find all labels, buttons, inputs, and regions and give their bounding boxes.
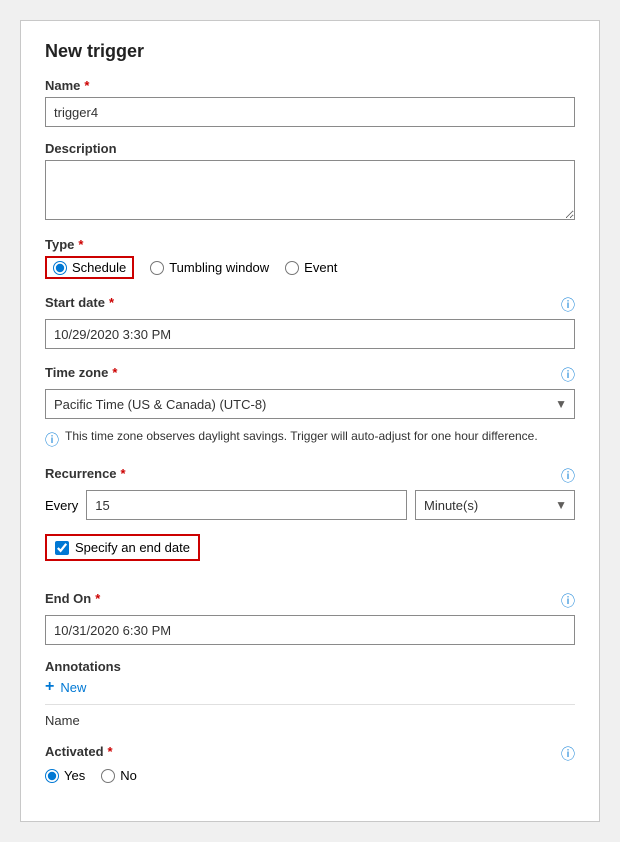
recurrence-value-input[interactable] <box>86 490 407 520</box>
start-date-info-icon[interactable]: ⓘ <box>561 295 575 315</box>
type-radio-tumbling[interactable] <box>150 261 164 275</box>
activated-option-no[interactable]: No <box>101 768 137 783</box>
info-circle-icon: ⓘ <box>45 430 59 450</box>
end-on-input[interactable] <box>45 615 575 645</box>
activated-radio-yes[interactable] <box>45 769 59 783</box>
time-zone-label: Time zone* <box>45 365 117 380</box>
activated-label-row: Activated* ⓘ <box>45 742 575 764</box>
type-option-tumbling[interactable]: Tumbling window <box>150 260 269 275</box>
end-on-label: End On* <box>45 591 100 606</box>
recurrence-label-row: Recurrence* ⓘ <box>45 464 575 486</box>
end-on-label-row: End On* ⓘ <box>45 589 575 611</box>
activated-field-group: Activated* ⓘ Yes No <box>45 742 575 783</box>
description-input[interactable] <box>45 160 575 220</box>
specify-end-date-label: Specify an end date <box>75 540 190 555</box>
annotations-name-col: Name <box>45 713 80 728</box>
end-on-info-icon[interactable]: ⓘ <box>561 591 575 611</box>
recurrence-label: Recurrence* <box>45 466 126 481</box>
add-annotation-row[interactable]: + New <box>45 678 575 696</box>
type-radio-event[interactable] <box>285 261 299 275</box>
recurrence-info-icon[interactable]: ⓘ <box>561 466 575 486</box>
type-options-row: Schedule Tumbling window Event <box>45 256 575 279</box>
start-date-input[interactable] <box>45 319 575 349</box>
recurrence-unit-select-wrapper: Minute(s) ▼ <box>415 490 575 520</box>
new-trigger-panel: New trigger Name* Description Type* Sche… <box>20 20 600 822</box>
time-zone-note: ⓘ This time zone observes daylight savin… <box>45 429 575 450</box>
activated-radio-no[interactable] <box>101 769 115 783</box>
start-date-label-row: Start date* ⓘ <box>45 293 575 315</box>
specify-end-date-wrapper: Specify an end date <box>45 534 575 575</box>
activated-option-yes[interactable]: Yes <box>45 768 85 783</box>
annotations-label: Annotations <box>45 659 575 674</box>
every-label: Every <box>45 498 78 513</box>
panel-title: New trigger <box>45 41 575 62</box>
annotations-section: Annotations + New Name <box>45 659 575 728</box>
name-field-group: Name* <box>45 78 575 127</box>
specify-end-date-checkbox-row[interactable]: Specify an end date <box>45 534 200 561</box>
recurrence-row: Every Minute(s) ▼ <box>45 490 575 520</box>
type-option-schedule[interactable]: Schedule <box>45 256 134 279</box>
end-on-field-group: End On* ⓘ <box>45 589 575 645</box>
time-zone-field-group: Time zone* ⓘ Pacific Time (US & Canada) … <box>45 363 575 419</box>
time-zone-label-row: Time zone* ⓘ <box>45 363 575 385</box>
name-input[interactable] <box>45 97 575 127</box>
description-label: Description <box>45 141 575 156</box>
recurrence-unit-select[interactable]: Minute(s) <box>415 490 575 520</box>
specify-end-date-checkbox[interactable] <box>55 541 69 555</box>
annotations-divider <box>45 704 575 705</box>
time-zone-select[interactable]: Pacific Time (US & Canada) (UTC-8) <box>45 389 575 419</box>
type-field-group: Type* Schedule Tumbling window Event <box>45 237 575 279</box>
type-label: Type* <box>45 237 575 252</box>
time-zone-info-icon[interactable]: ⓘ <box>561 365 575 385</box>
type-option-event[interactable]: Event <box>285 260 337 275</box>
add-annotation-label: New <box>60 680 86 695</box>
activated-options-row: Yes No <box>45 768 575 783</box>
activated-info-icon[interactable]: ⓘ <box>561 744 575 764</box>
name-label: Name* <box>45 78 575 93</box>
activated-label: Activated* <box>45 744 113 759</box>
recurrence-field-group: Recurrence* ⓘ Every Minute(s) ▼ <box>45 464 575 520</box>
start-date-label: Start date* <box>45 295 114 310</box>
start-date-field-group: Start date* ⓘ <box>45 293 575 349</box>
description-field-group: Description <box>45 141 575 223</box>
plus-icon: + <box>45 678 54 696</box>
time-zone-select-wrapper: Pacific Time (US & Canada) (UTC-8) ▼ <box>45 389 575 419</box>
type-radio-schedule[interactable] <box>53 261 67 275</box>
